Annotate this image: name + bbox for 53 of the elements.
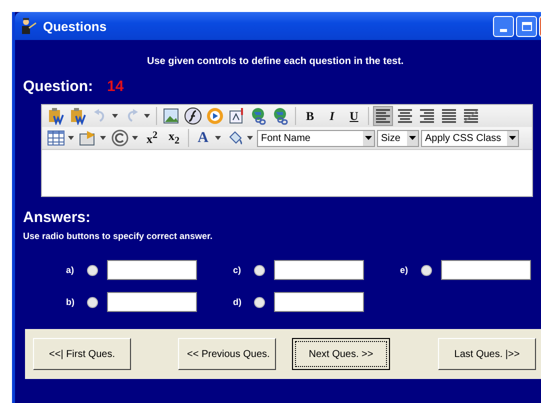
paste-word-button[interactable]: [46, 106, 66, 126]
teacher-icon: [19, 17, 37, 35]
window-title: Questions: [43, 18, 107, 34]
align-left-button[interactable]: [373, 106, 393, 126]
option-label: a): [66, 265, 76, 275]
instruction-text: Use given controls to define each question in the test.: [147, 56, 405, 67]
option-label: d): [233, 297, 242, 307]
radio-button[interactable]: [87, 264, 98, 276]
navigation-button[interactable]: <<| First Ques.: [33, 338, 131, 370]
maximize-button[interactable]: [516, 16, 537, 36]
caret-icon[interactable]: [68, 136, 74, 140]
superscript-button[interactable]: x$^{2}$: [142, 128, 162, 148]
italic-button[interactable]: I: [322, 106, 342, 126]
option-label: e): [400, 265, 410, 275]
caret-icon[interactable]: [215, 136, 221, 140]
caret-icon[interactable]: [132, 136, 138, 140]
caret-icon[interactable]: [247, 136, 253, 140]
media-button[interactable]: [205, 106, 225, 126]
table-button[interactable]: [46, 128, 66, 148]
bold-button[interactable]: B: [300, 106, 320, 126]
navigation-button[interactable]: Last Ques. |>>: [438, 338, 536, 370]
answer-field[interactable]: [107, 260, 197, 280]
minimize-button[interactable]: [493, 16, 514, 36]
answer-field[interactable]: [441, 260, 531, 280]
image-button[interactable]: [161, 106, 181, 126]
dropdown-arrow-icon[interactable]: [365, 136, 372, 140]
dropdown[interactable]: Font Name: [257, 130, 375, 146]
radio-button[interactable]: [421, 264, 432, 276]
dropdown[interactable]: Apply CSS Class: [421, 130, 519, 146]
flash-button[interactable]: [183, 106, 203, 126]
answer-field[interactable]: [274, 292, 364, 312]
radio-button[interactable]: [87, 296, 98, 308]
answer-field[interactable]: [274, 260, 364, 280]
option-label: c): [233, 265, 242, 275]
question-number: 14: [107, 78, 124, 95]
dropdown-arrow-icon[interactable]: [509, 136, 516, 140]
answer-field[interactable]: [107, 292, 197, 312]
subscript-button[interactable]: x$_{2}$: [164, 128, 184, 148]
underline-button[interactable]: U: [344, 106, 364, 126]
paste-word-button[interactable]: [68, 106, 88, 126]
navigation-button[interactable]: << Previous Ques.: [178, 338, 276, 370]
option-label: b): [66, 297, 76, 307]
answers-heading: Answers:: [23, 209, 92, 226]
navigation-button[interactable]: Next Ques. >>: [292, 338, 390, 370]
font-color-button[interactable]: A: [193, 128, 213, 148]
answers-hint: Use radio buttons to specify correct answer.: [23, 231, 214, 241]
radio-button[interactable]: [254, 264, 265, 276]
copyright-button[interactable]: [110, 128, 130, 148]
dropdown-arrow-icon[interactable]: [409, 136, 416, 140]
caret-icon[interactable]: [100, 136, 106, 140]
dropdown[interactable]: Size: [377, 130, 419, 146]
radio-button[interactable]: [254, 296, 265, 308]
question-label: Question:: [23, 78, 93, 95]
